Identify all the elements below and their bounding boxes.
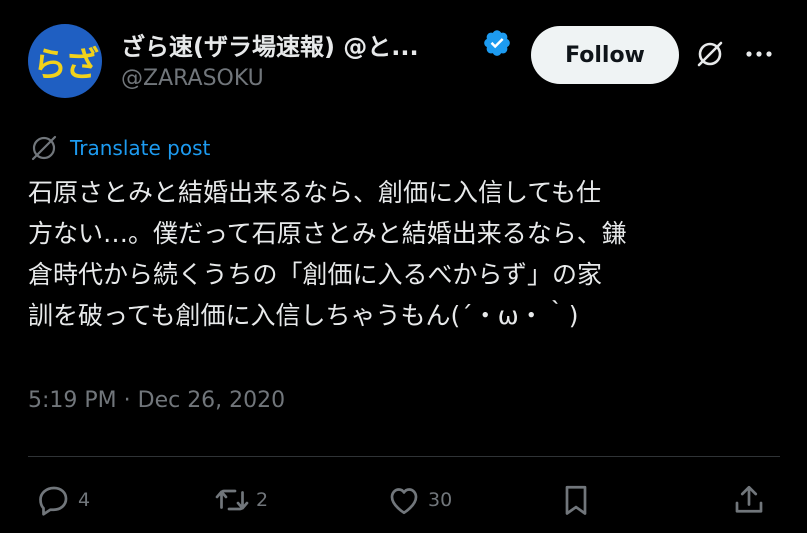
repost-icon xyxy=(215,489,249,511)
heart-icon xyxy=(390,488,418,515)
follow-button[interactable]: Follow xyxy=(531,26,679,84)
post-text-line: 倉時代から続くうちの「創価に入るべからず」の家 xyxy=(28,260,603,289)
share-button[interactable] xyxy=(731,482,767,518)
post-text: 石原さとみと結婚出来るなら、創価に入信しても仕 方ない…。僕だって石原さとみと結… xyxy=(28,172,778,336)
translate-post-label: Translate post xyxy=(70,136,211,160)
repost-count: 2 xyxy=(256,489,269,511)
verified-badge-icon xyxy=(484,30,510,56)
grok-icon[interactable] xyxy=(694,38,726,70)
bookmark-button[interactable] xyxy=(558,482,594,518)
reply-count: 4 xyxy=(78,489,91,511)
divider xyxy=(28,456,780,457)
post-text-line: 方ない…。僕だって石原さとみと結婚出来るなら、鎌 xyxy=(28,219,627,248)
post-text-line: 訓を破っても創価に入信しちゃうもん(´・ω・｀) xyxy=(28,301,579,330)
repost-button[interactable]: 2 xyxy=(214,482,268,518)
translate-post-link[interactable]: Translate post xyxy=(30,134,210,162)
avatar[interactable]: らざ xyxy=(28,24,102,98)
like-count: 30 xyxy=(428,489,453,511)
avatar-text: らざ xyxy=(33,44,99,85)
more-options-icon[interactable] xyxy=(744,44,774,64)
reply-icon xyxy=(39,486,68,516)
post-text-line: 石原さとみと結婚出来るなら、創価に入信しても仕 xyxy=(28,178,602,207)
translate-globe-icon xyxy=(31,135,57,161)
reply-button[interactable]: 4 xyxy=(36,482,90,518)
like-button[interactable]: 30 xyxy=(386,482,452,518)
share-icon xyxy=(735,485,763,513)
author-display-name[interactable]: ざら速(ザラ場速報) @と... xyxy=(121,27,461,62)
post-timestamp[interactable]: 5:19 PM · Dec 26, 2020 xyxy=(28,388,285,413)
bookmark-icon xyxy=(565,485,587,515)
author-handle[interactable]: @ZARASOKU xyxy=(121,66,264,91)
